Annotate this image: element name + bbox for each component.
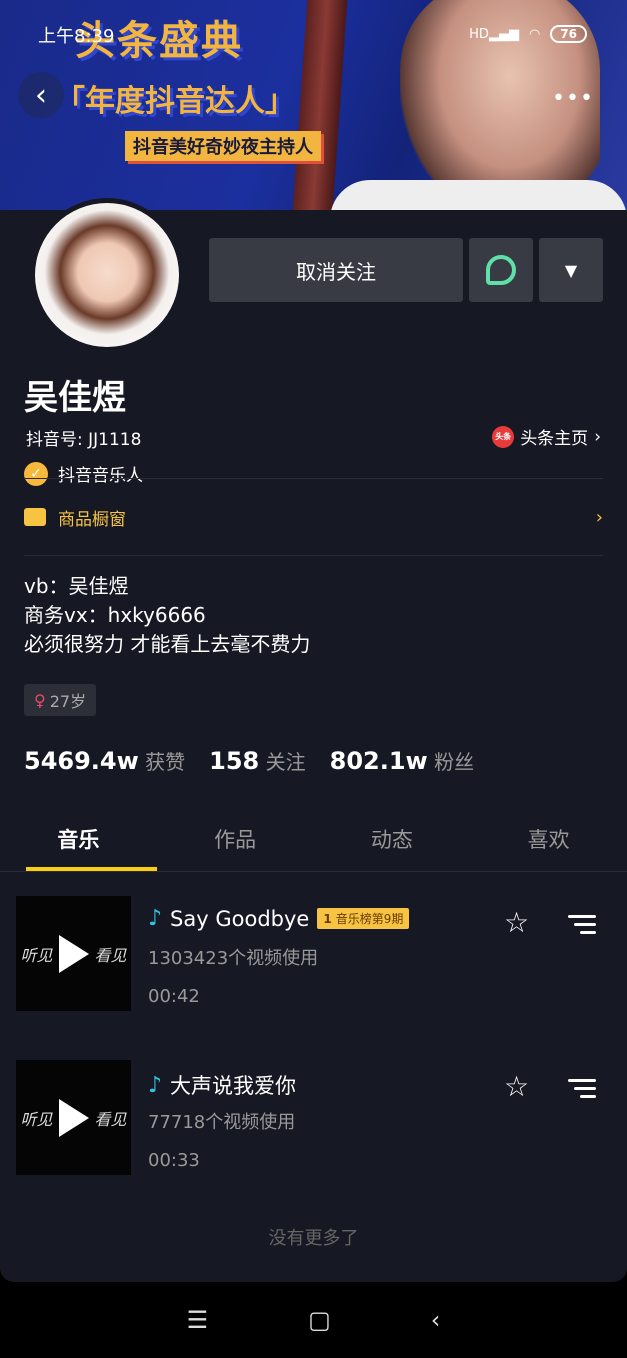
playlist-menu-icon[interactable]	[568, 910, 596, 939]
message-button[interactable]	[469, 238, 533, 302]
signal-icon: HD▂▄▆	[469, 26, 519, 42]
favorite-star-icon[interactable]: ☆	[504, 906, 529, 939]
music-note-icon: ♪	[148, 906, 163, 931]
song-cover[interactable]: 听见 看见	[16, 896, 131, 1011]
recommend-dropdown-button[interactable]: ▼	[539, 238, 603, 302]
bio-line: 商务vx：hxky6666	[24, 603, 206, 627]
banner-photo-shirt	[330, 180, 627, 210]
shop-icon	[24, 508, 46, 526]
tab-music[interactable]: 音乐	[0, 806, 157, 871]
favorite-star-icon[interactable]: ☆	[504, 1070, 529, 1103]
shop-window-link[interactable]: 商品橱窗 ›	[24, 478, 603, 556]
profile-stats: 5469.4w 获赞 158 关注 802.1w 粉丝	[24, 746, 474, 775]
profile-content: 取消关注 ▼ 吴佳煜 抖音号: JJ1118 头条 头条主页 › ✓ 抖音音乐人…	[0, 198, 627, 1282]
chevron-right-icon: ›	[594, 426, 601, 447]
no-more-text: 没有更多了	[268, 1228, 359, 1249]
song-title: 大声说我爱你	[170, 1074, 297, 1098]
age-tag: ♀ 27岁	[24, 684, 97, 716]
more-button[interactable]: •••	[550, 75, 596, 121]
list-item[interactable]: 听见 看见 ♪ 大声说我爱你 77718个视频使用 00:33 ☆	[16, 1060, 611, 1176]
playlist-menu-icon[interactable]	[568, 1074, 596, 1103]
toutiao-home-label: 头条主页	[520, 429, 589, 449]
song-usage: 77718个视频使用	[148, 1112, 296, 1133]
wifi-icon: ◠	[528, 26, 541, 42]
tab-works[interactable]: 作品	[157, 806, 314, 871]
stat-followers[interactable]: 802.1w 粉丝	[330, 746, 474, 775]
message-icon	[486, 255, 516, 285]
status-time: 上午8:39	[38, 26, 115, 47]
banner-subtitle: 「年度抖音达人」	[55, 84, 295, 119]
list-item[interactable]: 听见 看见 ♪ Say Goodbye 1 音乐榜第9期 1303423个视频使用 00…	[16, 896, 611, 1012]
song-usage: 1303423个视频使用	[148, 948, 319, 969]
home-nav-icon[interactable]: ▢	[308, 1306, 331, 1334]
back-button[interactable]: ‹	[18, 72, 64, 118]
status-bar: 上午8:39 HD▂▄▆ ◠ 76	[38, 22, 587, 47]
tab-likes[interactable]: 喜欢	[470, 806, 627, 871]
tab-activity[interactable]: 动态	[314, 806, 471, 871]
stat-likes[interactable]: 5469.4w 获赞	[24, 746, 185, 775]
battery-icon: 76	[550, 25, 587, 43]
back-nav-icon[interactable]: ‹	[431, 1306, 441, 1334]
unfollow-button[interactable]: 取消关注	[209, 238, 463, 302]
song-cover[interactable]: 听见 看见	[16, 1060, 131, 1175]
bio-line: 必须很努力 才能看上去毫不费力	[24, 632, 311, 656]
menu-nav-icon[interactable]: ☰	[187, 1306, 209, 1334]
toutiao-logo-icon: 头条	[492, 425, 515, 448]
avatar[interactable]	[30, 198, 184, 352]
play-icon	[58, 1098, 89, 1137]
shop-label: 商品橱窗	[58, 509, 126, 530]
stat-following[interactable]: 158 关注	[209, 746, 305, 775]
play-icon	[58, 934, 89, 973]
song-duration: 00:42	[148, 986, 200, 1007]
chart-badge: 1 音乐榜第9期	[317, 908, 410, 929]
profile-name: 吴佳煜	[24, 378, 126, 418]
bio-line: vb：吴佳煜	[24, 574, 129, 598]
profile-bio: vb：吴佳煜 商务vx：hxky6666 必须很努力 才能看上去毫不费力	[24, 572, 310, 659]
female-icon: ♀	[34, 690, 46, 710]
chevron-right-icon: ›	[595, 506, 603, 528]
douyin-id: 抖音号: JJ1118	[26, 430, 142, 450]
system-nav-bar: ☰ ▢ ‹	[0, 1282, 627, 1358]
toutiao-home-link[interactable]: 头条 头条主页 ›	[492, 424, 601, 449]
music-note-icon: ♪	[148, 1072, 163, 1098]
profile-tabs: 音乐 作品 动态 喜欢	[0, 806, 627, 872]
banner-tagline: 抖音美好奇妙夜主持人	[125, 131, 321, 161]
song-title: Say Goodbye	[170, 906, 310, 931]
song-duration: 00:33	[148, 1150, 200, 1171]
